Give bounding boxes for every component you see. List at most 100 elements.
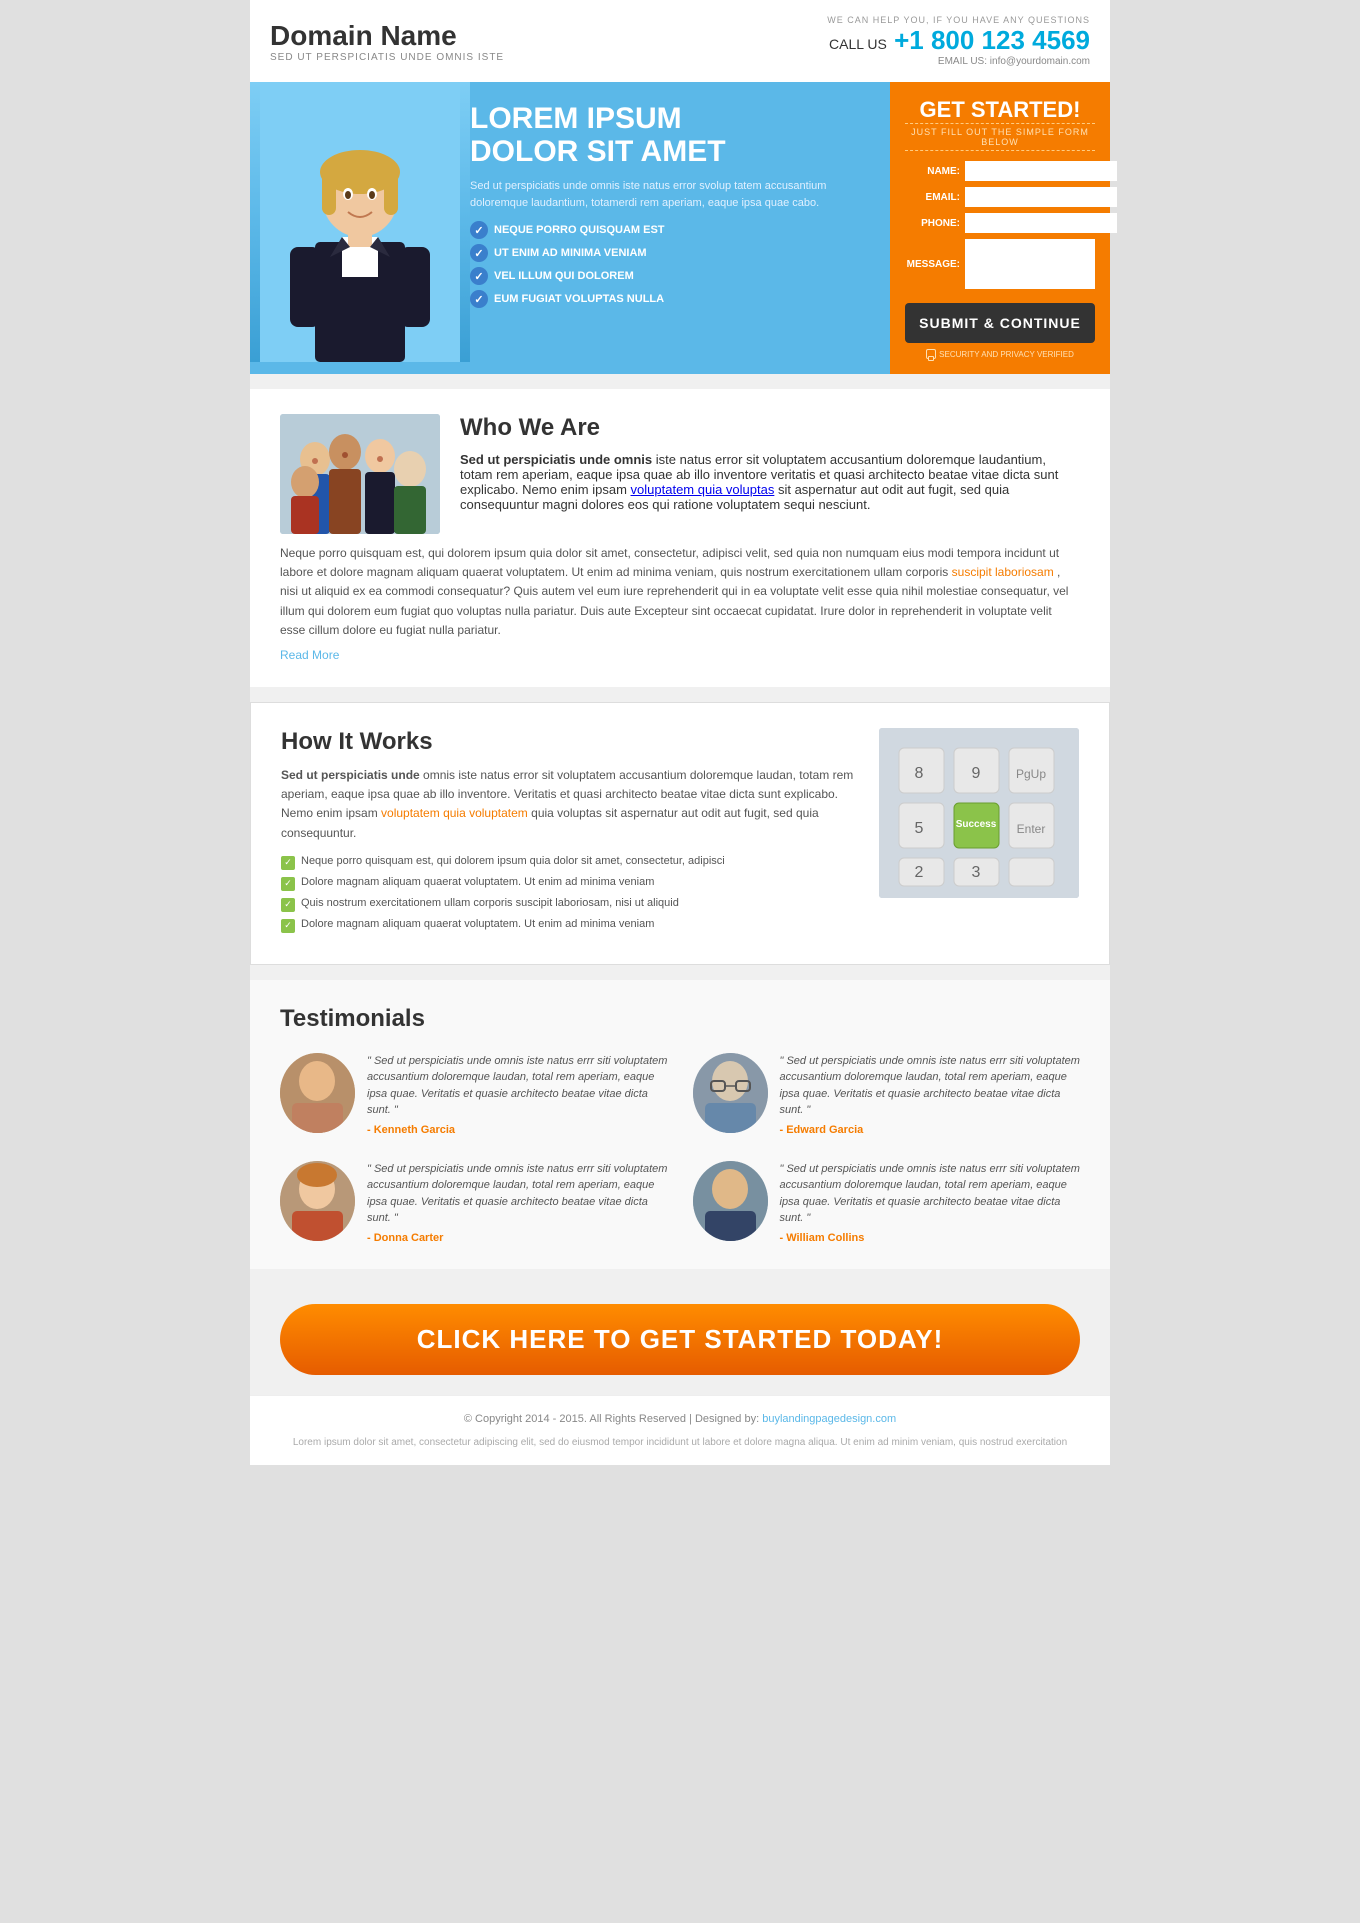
message-textarea[interactable]	[965, 239, 1095, 289]
svg-text:3: 3	[972, 864, 981, 881]
footer-link[interactable]: buylandingpagedesign.com	[762, 1413, 896, 1425]
check-icon-1	[470, 221, 488, 239]
email-input[interactable]	[965, 187, 1117, 207]
message-label: MESSAGE:	[905, 259, 960, 270]
hero-headline: LOREM IPSUM DOLOR SIT AMET	[470, 102, 880, 168]
svg-text:Enter: Enter	[1017, 822, 1046, 836]
who-we-are-text: Who We Are Sed ut perspiciatis unde omni…	[460, 414, 1080, 534]
form-title: GET STARTED!	[905, 97, 1095, 123]
svg-text:Success: Success	[956, 819, 997, 830]
checklist-item-1: NEQUE PORRO QUISQUAM EST	[470, 221, 880, 239]
testimonial-photo-3	[280, 1161, 355, 1241]
testimonial-4: " Sed ut perspiciatis unde omnis iste na…	[693, 1161, 1081, 1244]
call-label: CALL US	[829, 36, 887, 52]
testimonials-title: Testimonials	[280, 1005, 1080, 1033]
check-icon-2	[470, 244, 488, 262]
testimonial-photo-2	[693, 1053, 768, 1133]
testimonial-text-4: " Sed ut perspiciatis unde omnis iste na…	[780, 1161, 1081, 1227]
form-subtitle: JUST FILL OUT THE SIMPLE FORM BELOW	[905, 123, 1095, 151]
message-field-group: MESSAGE:	[905, 239, 1095, 289]
phone-field-group: PHONE:	[905, 213, 1095, 233]
testimonial-content-1: " Sed ut perspiciatis unde omnis iste na…	[367, 1053, 668, 1136]
who-we-are-image	[280, 414, 440, 534]
footer-small-text: Lorem ipsum dolor sit amet, consectetur …	[280, 1435, 1080, 1450]
phone-input[interactable]	[965, 213, 1117, 233]
phone-label: PHONE:	[905, 218, 960, 229]
hero-description: Sed ut perspiciatis unde omnis iste natu…	[470, 178, 880, 211]
header-logo: Domain Name SED UT PERSPICIATIS UNDE OMN…	[270, 20, 504, 63]
who-paragraph-1: Sed ut perspiciatis unde omnis iste natu…	[460, 452, 1080, 512]
how-item-3: Quis nostrum exercitationem ullam corpor…	[281, 897, 859, 912]
email-label: EMAIL:	[905, 192, 960, 203]
who-we-are-title: Who We Are	[460, 414, 1080, 442]
email-link[interactable]: info@yourdomain.com	[990, 56, 1090, 67]
how-paragraph: Sed ut perspiciatis unde omnis iste natu…	[281, 766, 859, 843]
check-icon-4	[470, 290, 488, 308]
svg-text:PgUp: PgUp	[1016, 767, 1046, 781]
checklist-item-4: EUM FUGIAT VOLUPTAS NULLA	[470, 290, 880, 308]
domain-name: Domain Name	[270, 20, 504, 52]
tagline: SED UT PERSPICIATIS UNDE OMNIS ISTE	[270, 52, 504, 63]
green-check-4	[281, 919, 295, 933]
email-address: EMAIL US: info@yourdomain.com	[827, 56, 1090, 67]
hero-text: LOREM IPSUM DOLOR SIT AMET Sed ut perspi…	[460, 102, 890, 313]
site-footer: © Copyright 2014 - 2015. All Rights Rese…	[250, 1395, 1110, 1466]
cta-section: CLICK HERE TO GET STARTED TODAY!	[250, 1284, 1110, 1395]
testimonial-text-1: " Sed ut perspiciatis unde omnis iste na…	[367, 1053, 668, 1119]
testimonials-section: Testimonials " Sed ut perspiciatis unde …	[250, 980, 1110, 1269]
lock-icon	[926, 349, 936, 359]
testimonial-content-3: " Sed ut perspiciatis unde omnis iste na…	[367, 1161, 668, 1244]
site-header: Domain Name SED UT PERSPICIATIS UNDE OMN…	[250, 0, 1110, 82]
how-content: How It Works Sed ut perspiciatis unde om…	[281, 728, 859, 939]
how-checklist: Neque porro quisquam est, qui dolorem ip…	[281, 855, 859, 933]
hero-left-panel: LOREM IPSUM DOLOR SIT AMET Sed ut perspi…	[250, 82, 890, 374]
testimonial-photo-4	[693, 1161, 768, 1241]
who-link-1[interactable]: voluptatem quia voluptas	[631, 482, 775, 497]
testimonial-2: " Sed ut perspiciatis unde omnis iste na…	[693, 1053, 1081, 1136]
testimonial-name-4: - William Collins	[780, 1232, 1081, 1244]
how-item-2: Dolore magnam aliquam quaerat voluptatem…	[281, 876, 859, 891]
green-check-2	[281, 877, 295, 891]
checklist-item-2: UT ENIM AD MINIMA VENIAM	[470, 244, 880, 262]
testimonials-grid: " Sed ut perspiciatis unde omnis iste na…	[280, 1053, 1080, 1244]
check-icon-3	[470, 267, 488, 285]
how-item-1: Neque porro quisquam est, qui dolorem ip…	[281, 855, 859, 870]
hero-person-image	[250, 82, 470, 362]
who-paragraph-2: Neque porro quisquam est, qui dolorem ip…	[280, 544, 1080, 640]
testimonial-name-2: - Edward Garcia	[780, 1124, 1081, 1136]
phone-number: CALL US +1 800 123 4569	[827, 25, 1090, 56]
svg-text:2: 2	[915, 864, 924, 881]
submit-button[interactable]: SUBMIT & CONTINUE	[905, 303, 1095, 343]
how-item-4: Dolore magnam aliquam quaerat voluptatem…	[281, 918, 859, 933]
how-it-works-section: How It Works Sed ut perspiciatis unde om…	[250, 702, 1110, 965]
get-started-form: GET STARTED! JUST FILL OUT THE SIMPLE FO…	[890, 82, 1110, 374]
testimonial-3: " Sed ut perspiciatis unde omnis iste na…	[280, 1161, 668, 1244]
how-title: How It Works	[281, 728, 859, 756]
testimonial-text-3: " Sed ut perspiciatis unde omnis iste na…	[367, 1161, 668, 1227]
green-check-3	[281, 898, 295, 912]
read-more-link[interactable]: Read More	[280, 648, 339, 662]
who-we-are-section: Who We Are Sed ut perspiciatis unde omni…	[250, 389, 1110, 687]
can-help-text: WE CAN HELP YOU, IF YOU HAVE ANY QUESTIO…	[827, 15, 1090, 25]
name-input[interactable]	[965, 161, 1117, 181]
checklist-item-3: VEL ILLUM QUI DOLOREM	[470, 267, 880, 285]
svg-text:9: 9	[972, 765, 981, 782]
svg-text:5: 5	[915, 820, 924, 837]
cta-button[interactable]: CLICK HERE TO GET STARTED TODAY!	[280, 1304, 1080, 1375]
who-link-2[interactable]: suscipit laboriosam	[952, 565, 1054, 579]
name-label: NAME:	[905, 166, 960, 177]
testimonial-1: " Sed ut perspiciatis unde omnis iste na…	[280, 1053, 668, 1136]
testimonial-name-1: - Kenneth Garcia	[367, 1124, 668, 1136]
security-note: SECURITY AND PRIVACY VERIFIED	[905, 349, 1095, 359]
testimonial-content-4: " Sed ut perspiciatis unde omnis iste na…	[780, 1161, 1081, 1244]
testimonial-name-3: - Donna Carter	[367, 1232, 668, 1244]
who-we-are-content: Who We Are Sed ut perspiciatis unde omni…	[280, 414, 1080, 534]
testimonial-text-2: " Sed ut perspiciatis unde omnis iste na…	[780, 1053, 1081, 1119]
testimonial-photo-1	[280, 1053, 355, 1133]
name-field-group: NAME:	[905, 161, 1095, 181]
how-link[interactable]: voluptatem quia voluptatem	[381, 806, 528, 820]
green-check-1	[281, 856, 295, 870]
email-field-group: EMAIL:	[905, 187, 1095, 207]
how-it-works-image: 8 9 PgUp 5 Success Enter 2 3	[879, 728, 1079, 898]
testimonial-content-2: " Sed ut perspiciatis unde omnis iste na…	[780, 1053, 1081, 1136]
